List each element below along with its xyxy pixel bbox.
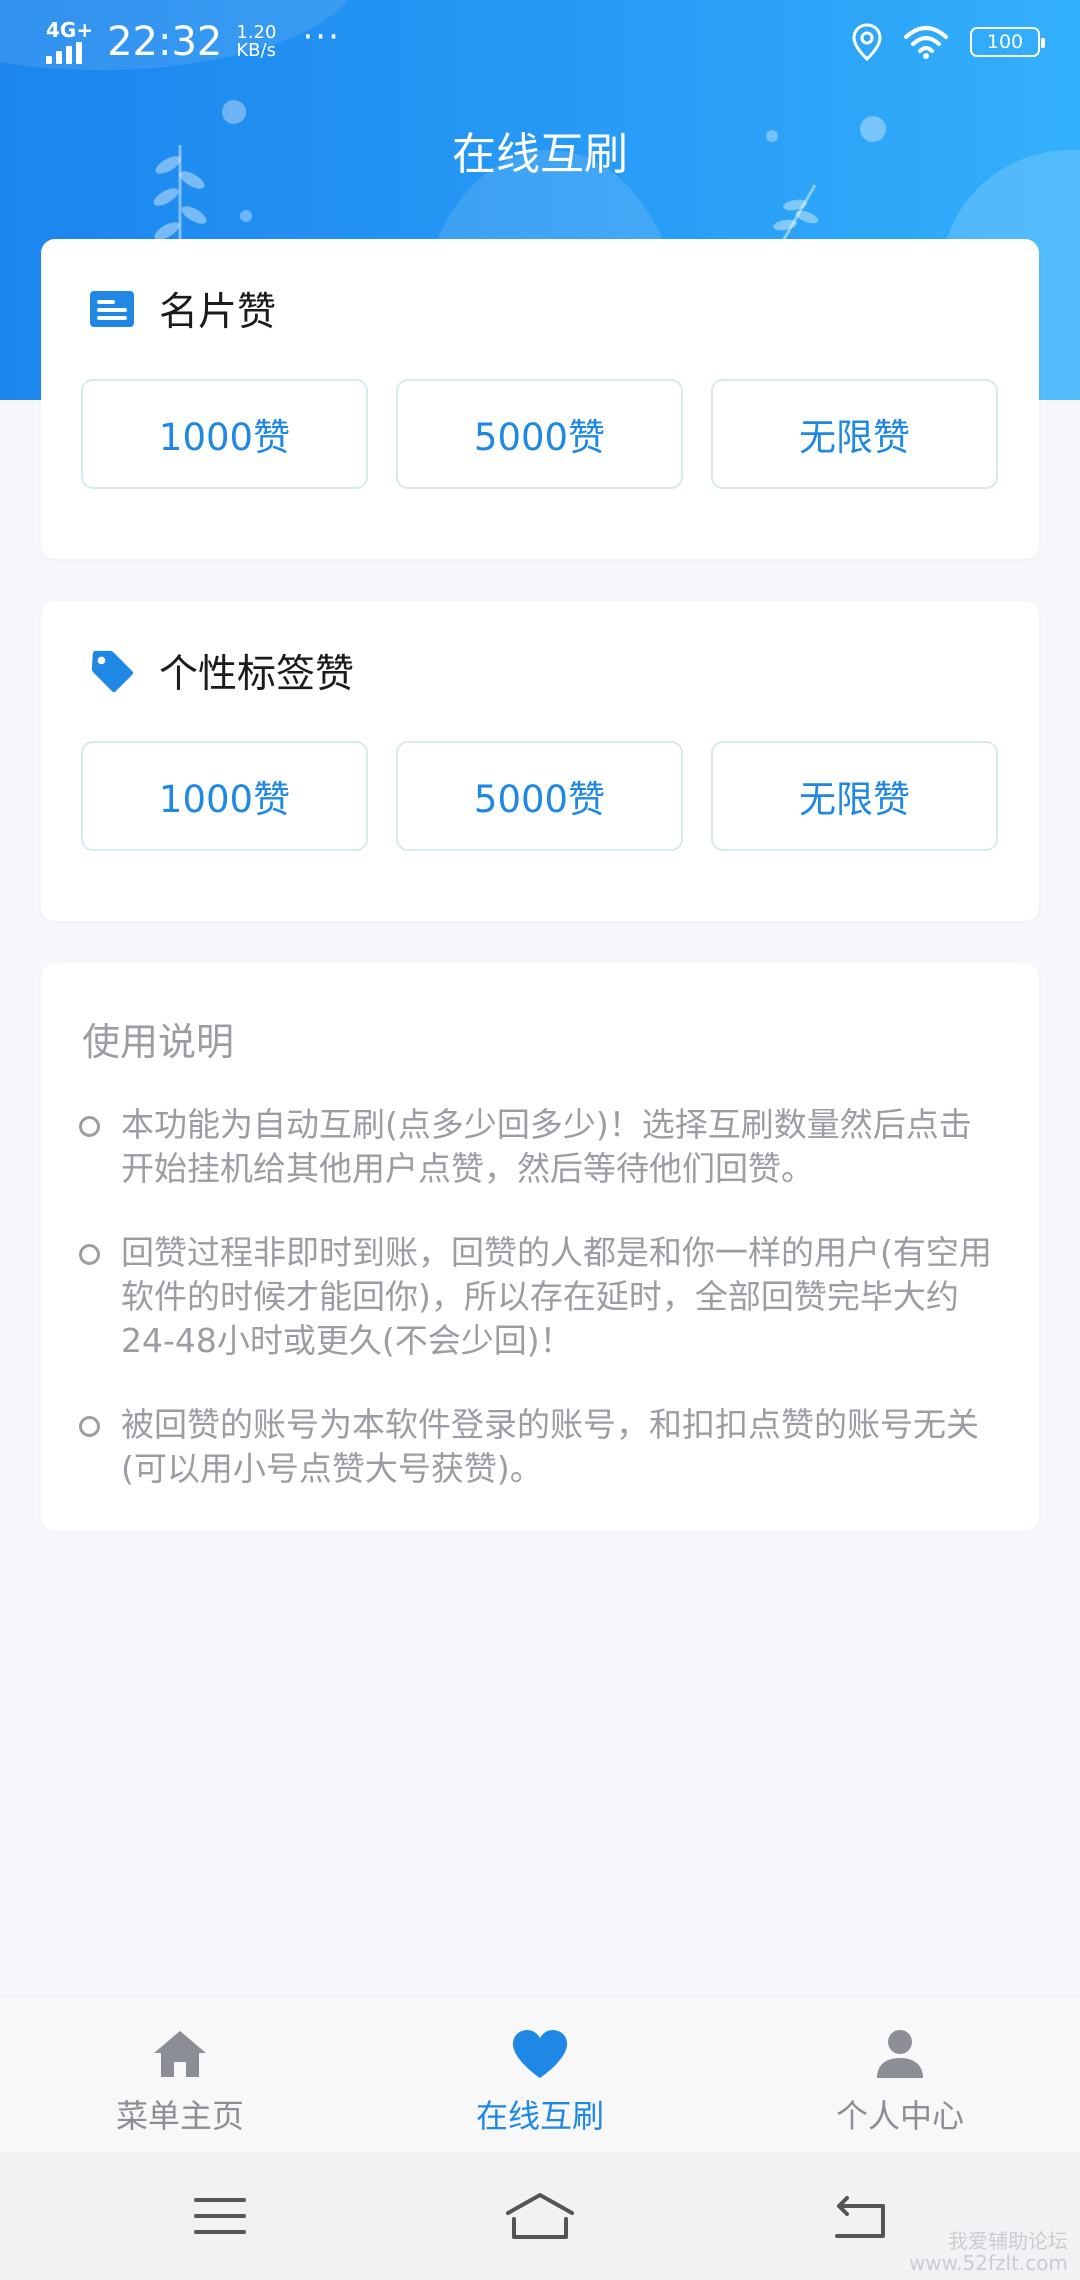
bullet-circle-icon — [79, 1116, 100, 1137]
tag-likes-unlimited-button[interactable]: 无限赞 — [711, 741, 998, 851]
menu-icon[interactable] — [160, 2176, 280, 2256]
battery-level: 100 — [986, 31, 1024, 53]
instructions-section: 使用说明 本功能为自动互刷(点多少回多少)！选择互刷数量然后点击开始挂机给其他用… — [41, 963, 1039, 1531]
more-notifications-icon: ··· — [302, 17, 341, 57]
card-likes-title: 名片赞 — [159, 290, 277, 335]
heart-icon — [511, 2025, 569, 2083]
status-bar: 4G+ 22:32 1.20 KB/s ··· 100 — [0, 0, 1080, 84]
home-icon — [152, 2025, 208, 2083]
instruction-text: 回赞过程非即时到账，回赞的人都是和你一样的用户(有空用软件的时候才能回你)，所以… — [121, 1233, 992, 1360]
instruction-text: 本功能为自动互刷(点多少回多少)！选择互刷数量然后点击开始挂机给其他用户点赞，然… — [121, 1105, 972, 1188]
instruction-item: 回赞过程非即时到账，回赞的人都是和你一样的用户(有空用软件的时候才能回你)，所以… — [79, 1231, 999, 1363]
instruction-item: 本功能为自动互刷(点多少回多少)！选择互刷数量然后点击开始挂机给其他用户点赞，然… — [79, 1103, 999, 1191]
card-likes-section: 名片赞 1000赞 5000赞 无限赞 — [41, 239, 1039, 559]
home-outline-icon[interactable] — [480, 2176, 600, 2256]
bullet-circle-icon — [79, 1416, 100, 1437]
network-speed: 1.20 KB/s — [236, 24, 276, 60]
bottom-nav: 菜单主页 在线互刷 个人中心 — [0, 1996, 1080, 2152]
nav-item-profile[interactable]: 个人中心 — [720, 1997, 1080, 2152]
tag-likes-1000-button[interactable]: 1000赞 — [81, 741, 368, 851]
nav-item-mutual[interactable]: 在线互刷 — [360, 1997, 720, 2152]
watermark: 我爱辅助论坛 www.52fzlt.com — [909, 2230, 1068, 2274]
tag-likes-section: 个性标签赞 1000赞 5000赞 无限赞 — [41, 601, 1039, 921]
back-icon[interactable] — [800, 2176, 920, 2256]
tag-icon — [89, 648, 135, 694]
network-speed-unit: KB/s — [236, 40, 276, 61]
bullet-circle-icon — [79, 1244, 100, 1265]
card-likes-5000-button[interactable]: 5000赞 — [396, 379, 683, 489]
location-icon — [852, 23, 882, 61]
wifi-icon — [904, 26, 948, 59]
instruction-text: 被回赞的账号为本软件登录的账号，和扣扣点赞的账号无关(可以用小号点赞大号获赞)。 — [121, 1405, 979, 1488]
watermark-title: 我爱辅助论坛 — [948, 2229, 1068, 2253]
signal-indicator: 4G+ — [46, 20, 93, 64]
nav-label-home: 菜单主页 — [115, 2097, 244, 2135]
instruction-item: 被回赞的账号为本软件登录的账号，和扣扣点赞的账号无关(可以用小号点赞大号获赞)。 — [79, 1403, 999, 1491]
tag-likes-title: 个性标签赞 — [159, 652, 355, 697]
signal-bars-icon — [46, 42, 82, 64]
clock: 22:32 — [107, 19, 223, 65]
nav-label-profile: 个人中心 — [835, 2097, 964, 2135]
instructions-list: 本功能为自动互刷(点多少回多少)！选择互刷数量然后点击开始挂机给其他用户点赞，然… — [79, 1103, 999, 1531]
network-type: 4G+ — [46, 18, 94, 42]
page-title: 在线互刷 — [452, 129, 628, 180]
nav-item-home[interactable]: 菜单主页 — [0, 1997, 360, 2152]
nav-label-mutual: 在线互刷 — [475, 2097, 604, 2135]
tag-likes-5000-button[interactable]: 5000赞 — [396, 741, 683, 851]
instructions-title: 使用说明 — [82, 1020, 235, 1064]
business-card-icon — [89, 286, 135, 332]
watermark-url: www.52fzlt.com — [908, 2251, 1068, 2275]
system-nav-bar: 我爱辅助论坛 www.52fzlt.com — [0, 2152, 1080, 2280]
card-likes-unlimited-button[interactable]: 无限赞 — [711, 379, 998, 489]
card-likes-1000-button[interactable]: 1000赞 — [81, 379, 368, 489]
battery-icon: 100 — [970, 27, 1045, 57]
user-icon — [875, 2025, 925, 2083]
